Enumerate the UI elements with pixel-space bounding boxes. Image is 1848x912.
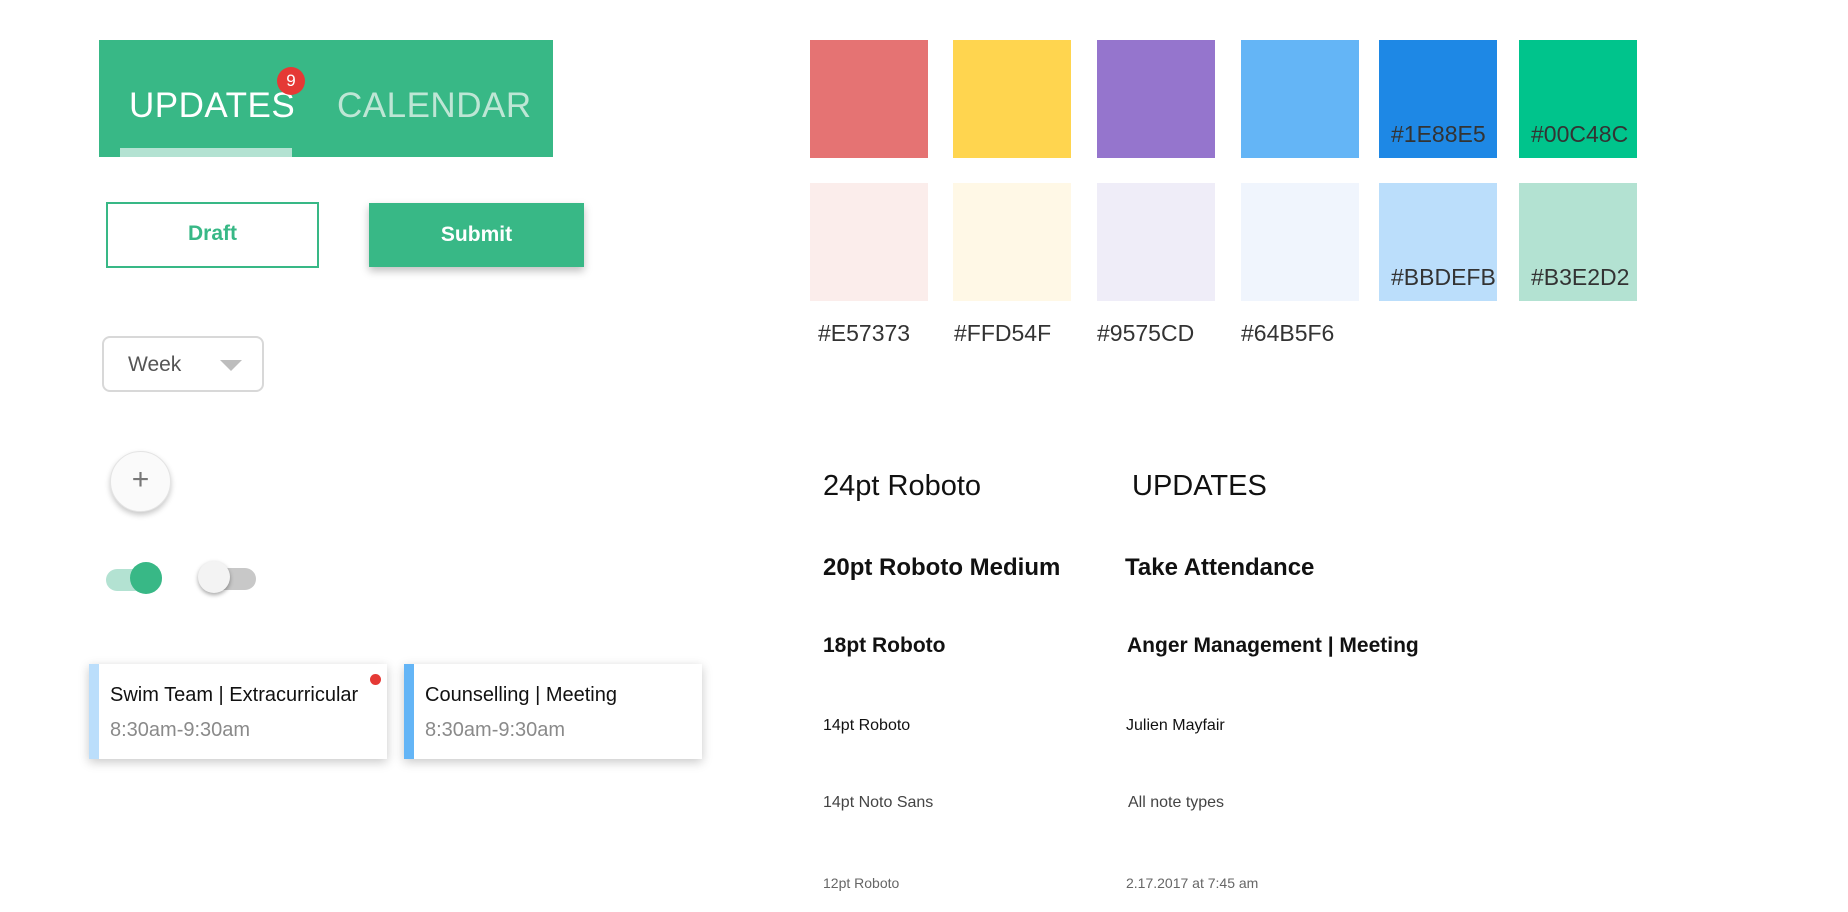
- color-swatch: [953, 40, 1071, 158]
- color-swatch: [1241, 40, 1359, 158]
- color-swatch: #BBDEFB: [1379, 183, 1497, 301]
- toggle-switch-on[interactable]: [106, 562, 162, 594]
- event-card[interactable]: Counselling | Meeting 8:30am-9:30am: [404, 664, 702, 759]
- type-spec: 14pt Noto Sans: [823, 794, 934, 811]
- type-spec: 20pt Roboto Medium: [823, 554, 1061, 581]
- tab-calendar[interactable]: CALENDAR: [337, 88, 532, 123]
- type-sample: Anger Management | Meeting: [1127, 634, 1419, 657]
- tab-updates[interactable]: UPDATES: [129, 88, 295, 123]
- event-title: Swim Team | Extracurricular: [110, 684, 359, 706]
- color-swatch: [810, 183, 928, 301]
- event-color-stripe: [404, 664, 414, 759]
- chevron-down-icon: [220, 360, 242, 371]
- event-time: 8:30am-9:30am: [110, 719, 251, 741]
- swatch-hex-label: #9575CD: [1097, 320, 1195, 346]
- swatch-hex-label: #B3E2D2: [1531, 264, 1630, 290]
- swatch-hex-label: #00C48C: [1531, 121, 1629, 147]
- tab-bar: UPDATES 9 CALENDAR: [99, 40, 553, 157]
- color-swatch: [1097, 40, 1215, 158]
- color-swatch: [953, 183, 1071, 301]
- color-swatch: #B3E2D2: [1519, 183, 1637, 301]
- dropdown-selected-value: Week: [128, 353, 182, 376]
- toggle-switch-off[interactable]: [198, 561, 256, 593]
- event-time: 8:30am-9:30am: [425, 719, 566, 741]
- notification-badge: 9: [277, 67, 305, 95]
- swatch-hex-label: #BBDEFB: [1391, 264, 1496, 290]
- swatch-hex-label: #FFD54F: [954, 320, 1052, 346]
- active-tab-indicator: [120, 148, 292, 157]
- period-dropdown[interactable]: Week: [102, 336, 264, 392]
- color-swatch: [810, 40, 928, 158]
- type-spec: 14pt Roboto: [823, 717, 911, 734]
- toggle-knob: [130, 562, 162, 594]
- event-card[interactable]: Swim Team | Extracurricular 8:30am-9:30a…: [89, 664, 387, 759]
- swatch-hex-label: #64B5F6: [1241, 320, 1335, 346]
- type-sample: 2.17.2017 at 7:45 am: [1126, 875, 1259, 891]
- event-color-stripe: [89, 664, 99, 759]
- swatch-hex-label: #1E88E5: [1391, 121, 1486, 147]
- submit-button[interactable]: Submit: [369, 203, 584, 267]
- type-sample: Take Attendance: [1125, 554, 1315, 581]
- add-button[interactable]: +: [110, 451, 171, 512]
- color-swatch: #00C48C: [1519, 40, 1637, 158]
- type-sample: Julien Mayfair: [1126, 717, 1225, 734]
- draft-button[interactable]: Draft: [106, 202, 319, 268]
- plus-icon: +: [131, 463, 150, 496]
- swatch-hex-label: #E57373: [818, 320, 911, 346]
- type-spec: 24pt Roboto: [823, 470, 982, 502]
- color-swatch: #1E88E5: [1379, 40, 1497, 158]
- type-sample: UPDATES: [1132, 470, 1267, 502]
- unread-dot-icon: [370, 674, 381, 685]
- type-spec: 12pt Roboto: [823, 875, 900, 891]
- type-sample: All note types: [1128, 794, 1225, 811]
- toggle-knob: [198, 561, 230, 593]
- event-title: Counselling | Meeting: [425, 684, 617, 706]
- type-spec: 18pt Roboto: [823, 634, 946, 657]
- color-swatch: [1241, 183, 1359, 301]
- color-swatch: [1097, 183, 1215, 301]
